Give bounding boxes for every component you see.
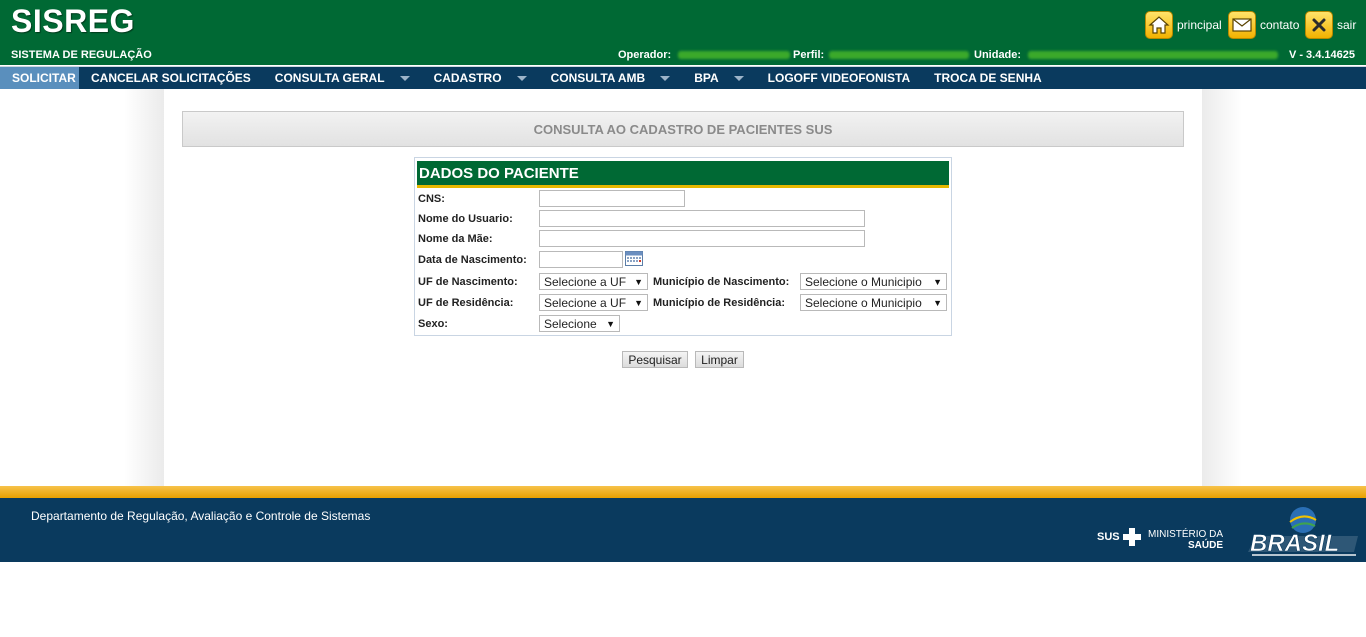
municipio-residencia-select[interactable]: Selecione o Municipio ▼: [800, 294, 947, 311]
ministerio-line2: SAÚDE: [1188, 540, 1224, 551]
chevron-down-icon: ▼: [933, 276, 942, 287]
calendar-icon[interactable]: [625, 250, 643, 266]
app-title: SISREG: [11, 3, 135, 39]
content-shadow-right: [1202, 89, 1242, 486]
ministerio-logo: MINISTÉRIO DA SAÚDE: [1148, 529, 1223, 551]
data-nascimento-input[interactable]: [539, 251, 623, 268]
perfil-value-redacted: [829, 51, 969, 59]
chevron-down-icon: ▼: [634, 297, 643, 308]
home-icon: [1145, 11, 1173, 39]
pesquisar-button[interactable]: Pesquisar: [622, 351, 688, 368]
chevron-down-icon: [733, 75, 744, 81]
footer-department-text: Departamento de Regulação, Avaliação e C…: [31, 509, 371, 523]
municipio-residencia-label: Município de Residência:: [653, 297, 786, 309]
menu-item-logoff-videofonista[interactable]: LOGOFF VIDEOFONISTA: [756, 67, 922, 89]
nome-mae-input[interactable]: [539, 230, 865, 247]
contato-link[interactable]: contato: [1228, 10, 1299, 40]
unidade-value-redacted: [1028, 51, 1278, 59]
menu-item-solicitar[interactable]: SOLICITAR: [0, 67, 79, 89]
menu-item-label: BPA: [694, 71, 719, 85]
menu-item-label: SOLICITAR: [12, 71, 76, 85]
menu-item-bpa[interactable]: BPA: [682, 67, 755, 89]
footer-stripe: [0, 486, 1366, 498]
content-shadow-left: [124, 89, 164, 486]
envelope-icon: [1228, 11, 1256, 39]
close-icon: [1305, 11, 1333, 39]
menu-item-label: CONSULTA AMB: [550, 71, 646, 85]
menu-item-label: CANCELAR SOLICITAÇÕES: [91, 71, 251, 85]
menu-item-cancelar-solicitacoes[interactable]: CANCELAR SOLICITAÇÕES: [79, 67, 263, 89]
sexo-select[interactable]: Selecione ▼: [539, 315, 620, 332]
uf-residencia-label: UF de Residência:: [418, 297, 514, 309]
chevron-down-icon: ▼: [606, 318, 615, 329]
principal-link[interactable]: principal: [1145, 10, 1222, 40]
sexo-selected: Selecione: [544, 316, 597, 331]
menu-item-label: CADASTRO: [433, 71, 502, 85]
app-header: SISREG SISTEMA DE REGULAÇÃO principal co…: [0, 0, 1366, 65]
uf-nascimento-select[interactable]: Selecione a UF ▼: [539, 273, 648, 290]
patient-form: DADOS DO PACIENTE CNS: Nome do Usuario: …: [414, 157, 952, 336]
nome-usuario-label: Nome do Usuario:: [418, 213, 513, 225]
limpar-button[interactable]: Limpar: [695, 351, 744, 368]
sair-link-label: sair: [1337, 18, 1357, 32]
municipio-nascimento-selected: Selecione o Municipio: [805, 274, 922, 289]
municipio-nascimento-label: Município de Nascimento:: [653, 276, 790, 288]
perfil-label: Perfil:: [793, 49, 825, 61]
app-footer: Departamento de Regulação, Avaliação e C…: [0, 498, 1366, 562]
chevron-down-icon: [660, 75, 671, 81]
unidade-label: Unidade:: [974, 49, 1022, 61]
uf-nascimento-label: UF de Nascimento:: [418, 276, 518, 288]
chevron-down-icon: ▼: [933, 297, 942, 308]
contato-link-label: contato: [1260, 18, 1300, 32]
brasil-government-logo: BRASIL: [1246, 506, 1362, 558]
principal-link-label: principal: [1177, 18, 1222, 32]
cns-label: CNS:: [418, 193, 445, 205]
nome-mae-label: Nome da Mãe:: [418, 233, 493, 245]
uf-residencia-selected: Selecione a UF: [544, 295, 627, 310]
page-title: CONSULTA AO CADASTRO DE PACIENTES SUS: [182, 111, 1184, 147]
app-subtitle: SISTEMA DE REGULAÇÃO: [11, 49, 152, 61]
nome-usuario-input[interactable]: [539, 210, 865, 227]
cns-input[interactable]: [539, 190, 685, 207]
menu-item-consulta-amb[interactable]: CONSULTA AMB: [539, 67, 683, 89]
menu-item-troca-de-senha[interactable]: TROCA DE SENHA: [922, 67, 1054, 89]
menu-item-cadastro[interactable]: CADASTRO: [422, 67, 539, 89]
svg-text:BRASIL: BRASIL: [1250, 530, 1339, 557]
municipio-residencia-selected: Selecione o Municipio: [805, 295, 922, 310]
plus-icon: [1122, 528, 1141, 546]
municipio-nascimento-select[interactable]: Selecione o Municipio ▼: [800, 273, 947, 290]
sus-logo: SUS: [1097, 528, 1141, 546]
version-label: V - 3.4.14625: [1288, 49, 1355, 61]
sexo-label: Sexo:: [418, 318, 448, 330]
sair-link[interactable]: sair: [1305, 10, 1356, 40]
operador-label: Operador:: [618, 49, 672, 61]
menu-item-label: TROCA DE SENHA: [934, 71, 1042, 85]
ministerio-line1: MINISTÉRIO DA: [1148, 529, 1224, 540]
menu-item-consulta-geral[interactable]: CONSULTA GERAL: [263, 67, 422, 89]
uf-residencia-select[interactable]: Selecione a UF ▼: [539, 294, 648, 311]
menu-item-label: CONSULTA GERAL: [274, 71, 385, 85]
chevron-down-icon: [516, 75, 527, 81]
chevron-down-icon: [399, 75, 410, 81]
chevron-down-icon: ▼: [634, 276, 643, 287]
menu-item-label: LOGOFF VIDEOFONISTA: [767, 71, 911, 85]
form-header: DADOS DO PACIENTE: [417, 161, 949, 188]
operador-value-redacted: [678, 51, 790, 59]
main-content: CONSULTA AO CADASTRO DE PACIENTES SUS DA…: [164, 89, 1202, 486]
main-menu: SOLICITAR CANCELAR SOLICITAÇÕES CONSULTA…: [0, 66, 1366, 89]
data-nascimento-label: Data de Nascimento:: [418, 254, 527, 266]
uf-nascimento-selected: Selecione a UF: [544, 274, 627, 289]
sus-logo-text: SUS: [1097, 531, 1120, 543]
